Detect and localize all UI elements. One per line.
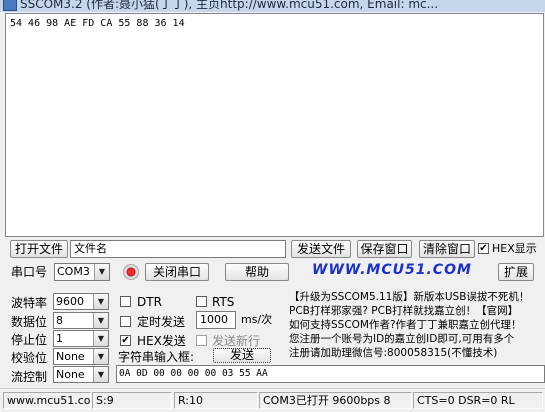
- chevron-down-icon: ▼: [93, 294, 108, 309]
- rts-checkbox[interactable]: [196, 296, 207, 307]
- ad-panel[interactable]: 【升级为SSCOM5.11版】新版本USB误拔不死机！ PCB打样邪家强? PC…: [287, 289, 545, 365]
- status-port: COM3已打开 9600bps 8: [259, 392, 412, 409]
- clear-window-button[interactable]: 清除窗口: [419, 240, 475, 258]
- hex-display-label: HEX显示: [492, 242, 537, 255]
- save-window-button[interactable]: 保存窗口: [357, 240, 412, 258]
- interval-unit: ms/次: [241, 313, 273, 326]
- parity-value: None: [56, 350, 85, 363]
- ad-line[interactable]: 如何支持SSCOM作者?作者丁丁兼职嘉立创代理！: [289, 318, 522, 332]
- dtr-label: DTR: [137, 295, 162, 309]
- send-file-button[interactable]: 发送文件: [291, 240, 351, 258]
- flow-label: 流控制: [11, 370, 48, 384]
- status-bar: www.mcu51.cor S:9 R:10 COM3已打开 9600bps 8…: [0, 388, 545, 412]
- status-received-count: R:10: [174, 392, 258, 409]
- port-status-light-icon: [123, 264, 139, 280]
- filename-input[interactable]: 文件名: [70, 240, 286, 258]
- input-label: 字符串输入框:: [118, 350, 195, 364]
- flow-value: None: [56, 368, 85, 381]
- baud-select[interactable]: 9600 ▼: [53, 293, 109, 310]
- parity-label: 校验位: [11, 351, 48, 365]
- close-port-button[interactable]: 关闭串口: [145, 263, 209, 281]
- hex-display-checkbox[interactable]: ✔: [478, 243, 489, 254]
- status-website[interactable]: www.mcu51.cor: [3, 392, 91, 409]
- stopbits-select[interactable]: 1 ▼: [53, 330, 109, 347]
- expand-button[interactable]: 扩展: [498, 263, 534, 281]
- open-file-button[interactable]: 打开文件: [10, 240, 68, 258]
- databits-label: 数据位: [11, 315, 48, 329]
- port-select[interactable]: COM3 ▼: [54, 263, 110, 281]
- receive-textarea[interactable]: 54 46 98 AE FD CA 55 88 36 14: [5, 13, 544, 237]
- databits-select[interactable]: 8 ▼: [53, 312, 109, 329]
- chevron-down-icon: ▼: [93, 331, 108, 346]
- baud-label: 波特率: [11, 296, 48, 310]
- send-newline-checkbox[interactable]: [196, 335, 207, 346]
- interval-input[interactable]: 1000: [196, 311, 236, 329]
- stopbits-label: 停止位: [11, 333, 48, 347]
- ad-line[interactable]: 注册请加助理微信号:800058315(不懂技术): [289, 346, 497, 360]
- status-sent-count: S:9: [92, 392, 172, 409]
- send-button[interactable]: 发送: [213, 348, 271, 363]
- timed-send-checkbox[interactable]: [120, 316, 131, 327]
- app-icon: [3, 0, 17, 11]
- timed-send-label: 定时发送: [137, 315, 186, 329]
- chevron-down-icon: ▼: [93, 313, 108, 328]
- chevron-down-icon: ▼: [93, 367, 108, 382]
- dtr-checkbox[interactable]: [120, 296, 131, 307]
- help-button[interactable]: 帮助: [225, 263, 289, 281]
- hex-send-label: HEX发送: [137, 334, 186, 348]
- port-label: 串口号: [11, 265, 48, 279]
- rts-label: RTS: [212, 295, 235, 309]
- ad-line[interactable]: PCB打样邪家强? PCB打样就找嘉立创！【官网】: [289, 304, 518, 318]
- stopbits-value: 1: [56, 332, 63, 345]
- chevron-down-icon: ▼: [94, 264, 109, 280]
- chevron-down-icon: ▼: [93, 349, 108, 364]
- ad-line[interactable]: 【升级为SSCOM5.11版】新版本USB误拔不死机！: [289, 290, 529, 304]
- window-title: SSCOM3.2 (作者:聂小猛(丁丁), 主页http://www.mcu51…: [20, 0, 439, 11]
- website-logo[interactable]: WWW.MCU51.COM: [312, 262, 472, 278]
- baud-value: 9600: [56, 295, 84, 308]
- flow-select[interactable]: None ▼: [53, 366, 109, 383]
- title-bar: SSCOM3.2 (作者:聂小猛(丁丁), 主页http://www.mcu51…: [0, 0, 545, 12]
- port-value: COM3: [57, 265, 90, 278]
- databits-value: 8: [56, 314, 63, 327]
- send-newline-label: 发送新行: [212, 334, 261, 348]
- hex-send-checkbox[interactable]: ✔: [120, 335, 131, 346]
- receive-text: 54 46 98 AE FD CA 55 88 36 14: [10, 18, 185, 29]
- parity-select[interactable]: None ▼: [53, 348, 109, 365]
- status-signals: CTS=0 DSR=0 RL: [413, 392, 543, 409]
- ad-line[interactable]: 您注册一个账号为ID的嘉立创ID即可,可用有多个: [289, 332, 514, 346]
- send-input[interactable]: 0A 0D 00 00 00 00 03 55 AA: [116, 365, 545, 383]
